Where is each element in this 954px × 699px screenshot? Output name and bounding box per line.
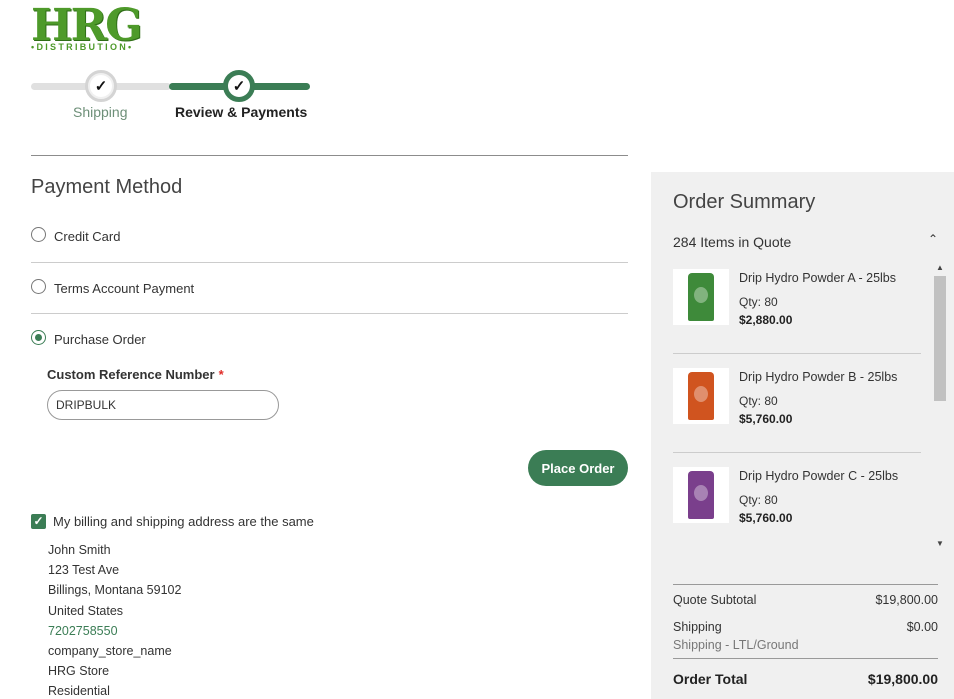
step-review-indicator: ✓ [223, 70, 255, 102]
payment-method-title: Payment Method [31, 176, 183, 198]
reference-number-input[interactable] [47, 390, 279, 420]
order-total-label: Order Total [673, 671, 748, 687]
product-qty: Qty: 80 [739, 493, 778, 507]
checkout-progress: ✓ ✓ Shipping Review & Payments [31, 68, 311, 128]
product-bag-image [688, 471, 714, 519]
divider [31, 262, 628, 263]
payment-option-purchase-order[interactable]: Purchase Order [31, 330, 146, 347]
address-name: John Smith [48, 543, 111, 557]
divider [31, 155, 628, 156]
step-shipping-label[interactable]: Shipping [73, 104, 128, 120]
checkbox-checked[interactable]: ✓ [31, 514, 46, 529]
required-marker: * [218, 367, 224, 382]
items-in-quote-toggle[interactable]: 284 Items in Quote [673, 234, 791, 250]
radio-button-selected[interactable] [31, 330, 46, 345]
radio-button[interactable] [31, 227, 46, 242]
scrollbar-thumb[interactable] [934, 276, 946, 401]
address-phone-link[interactable]: 7202758550 [48, 621, 181, 641]
items-scrollbar[interactable]: ▲ ▼ [933, 263, 947, 548]
product-name: Drip Hydro Powder A - 25lbs [739, 271, 897, 285]
order-summary-title: Order Summary [673, 191, 816, 213]
divider [673, 584, 938, 585]
product-bag-image [688, 372, 714, 420]
address-street: 123 Test Ave [48, 563, 120, 578]
address-store: HRG Store [48, 664, 110, 679]
divider [673, 452, 921, 453]
summary-items-list: Drip Hydro Powder A - 25lbs Qty: 80 $2,8… [673, 263, 943, 548]
order-total-row: Order Total $19,800.00 [673, 671, 938, 687]
order-summary-panel: Order Summary 284 Items in Quote ⌃ Drip … [651, 172, 954, 699]
payment-option-terms-account[interactable]: Terms Account Payment [31, 279, 195, 296]
divider [31, 313, 628, 314]
product-price: $5,760.00 [739, 511, 793, 525]
hrg-logo[interactable]: HRG •DISTRIBUTION• [30, 4, 146, 54]
reference-number-label-text: Custom Reference Number [47, 367, 215, 382]
product-thumbnail [673, 368, 729, 424]
step-review-label: Review & Payments [175, 104, 308, 120]
radio-button[interactable] [31, 279, 46, 294]
chevron-up-icon[interactable]: ⌃ [928, 232, 938, 246]
billing-address: John Smith 123 Test Ave Billings, Montan… [48, 540, 181, 699]
payment-option-label: Purchase Order [54, 332, 146, 347]
logo-text: HRG [31, 0, 143, 51]
product-bag-image [688, 273, 714, 321]
step-shipping-indicator[interactable]: ✓ [85, 70, 117, 102]
order-total-value: $19,800.00 [867, 671, 938, 687]
check-icon: ✓ [90, 75, 112, 97]
divider [673, 353, 921, 354]
shipping-method: Shipping - LTL/Ground [673, 638, 799, 652]
check-icon: ✓ [228, 75, 250, 97]
scroll-up-arrow-icon[interactable]: ▲ [936, 263, 944, 272]
product-name: Drip Hydro Powder C - 25lbs [739, 469, 899, 483]
place-order-button[interactable]: Place Order [528, 450, 628, 486]
list-item: Drip Hydro Powder C - 25lbs Qty: 80 $5,7… [673, 461, 923, 560]
shipping-label: Shipping [673, 620, 722, 634]
scroll-down-arrow-icon[interactable]: ▼ [936, 539, 944, 548]
shipping-row: Shipping $0.00 [673, 620, 938, 634]
billing-same-as-shipping[interactable]: ✓ My billing and shipping address are th… [31, 514, 314, 529]
subtotal-label: Quote Subtotal [673, 593, 757, 607]
product-price: $2,880.00 [739, 313, 793, 327]
divider [673, 658, 938, 659]
quote-subtotal-row: Quote Subtotal $19,800.00 [673, 593, 938, 607]
address-country: United States [48, 603, 124, 618]
product-qty: Qty: 80 [739, 394, 778, 408]
payment-option-label: Terms Account Payment [54, 281, 195, 296]
payment-option-credit-card[interactable]: Credit Card [31, 227, 121, 244]
address-type: Residential [48, 684, 110, 699]
product-name: Drip Hydro Powder B - 25lbs [739, 370, 898, 384]
reference-number-label: Custom Reference Number * [47, 367, 224, 382]
payment-option-label: Credit Card [54, 229, 121, 244]
address-company: company_store_name [48, 644, 172, 659]
shipping-value: $0.00 [906, 620, 938, 634]
product-price: $5,760.00 [739, 412, 793, 426]
list-item: Drip Hydro Powder B - 25lbs Qty: 80 $5,7… [673, 362, 923, 461]
billing-same-label: My billing and shipping address are the … [53, 514, 314, 529]
product-qty: Qty: 80 [739, 295, 778, 309]
logo-subtext: •DISTRIBUTION• [31, 42, 134, 52]
list-item: Drip Hydro Powder A - 25lbs Qty: 80 $2,8… [673, 263, 923, 362]
subtotal-value: $19,800.00 [875, 593, 938, 607]
product-thumbnail [673, 467, 729, 523]
product-thumbnail [673, 269, 729, 325]
address-city-state-zip: Billings, Montana 59102 [48, 583, 182, 598]
